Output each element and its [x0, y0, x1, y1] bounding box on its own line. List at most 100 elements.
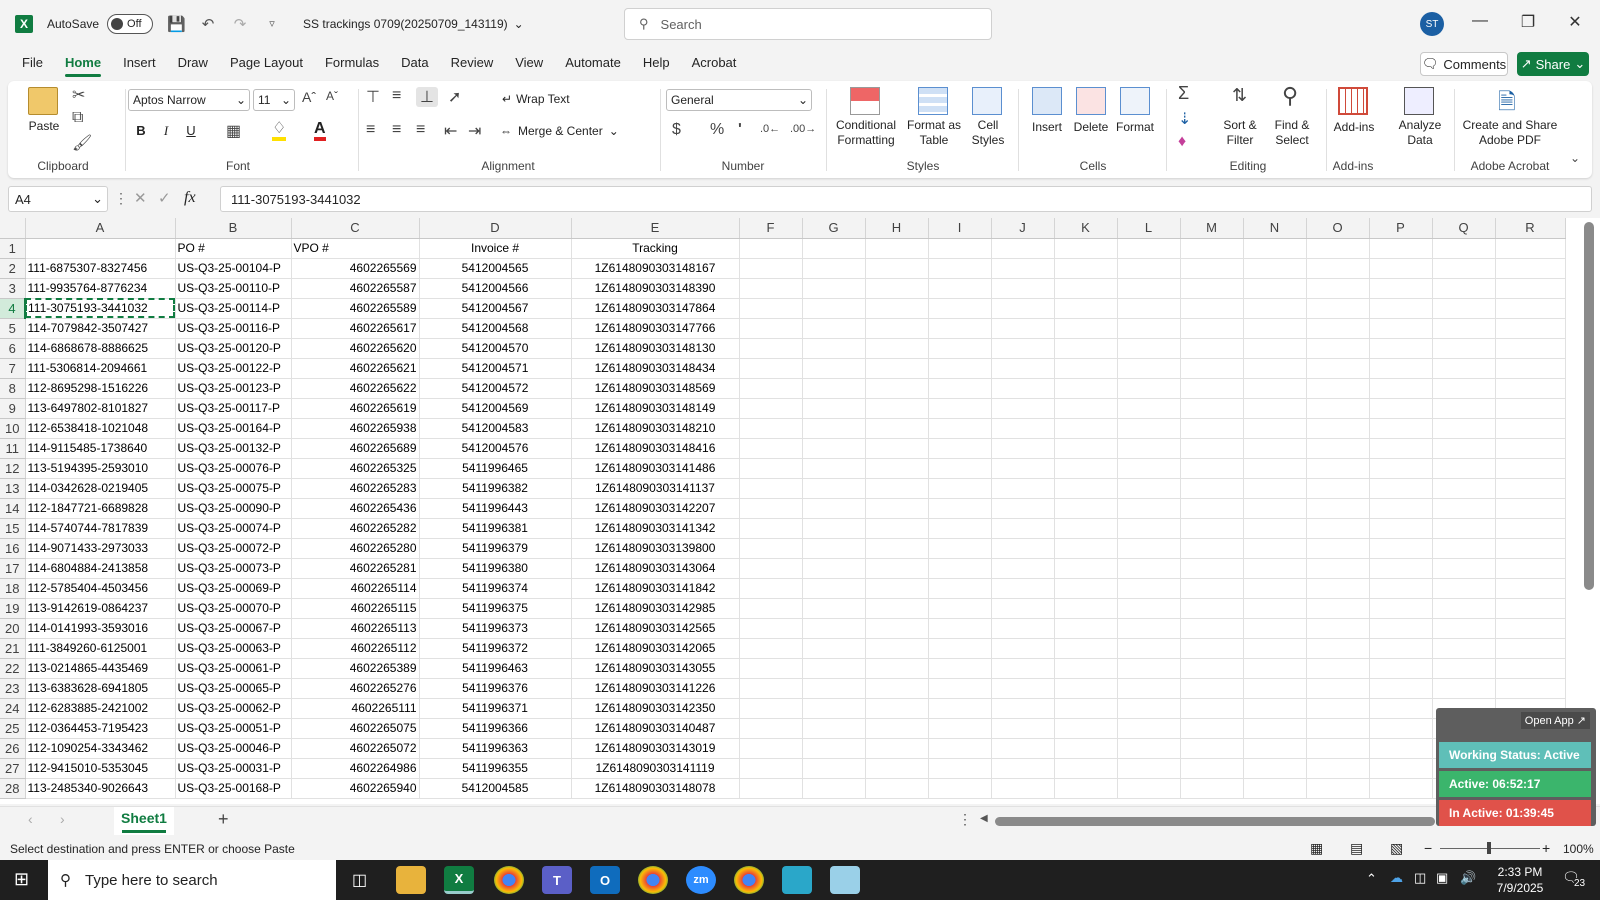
column-header[interactable]: R	[1495, 218, 1566, 239]
cell[interactable]	[1495, 578, 1566, 599]
cell[interactable]	[991, 498, 1055, 519]
cell[interactable]: 5411996465	[419, 458, 572, 479]
cell[interactable]	[1432, 398, 1496, 419]
cell[interactable]	[865, 578, 929, 599]
cell[interactable]	[802, 258, 866, 279]
fill-color-icon[interactable]: ♢	[272, 121, 287, 141]
cell[interactable]	[1243, 458, 1307, 479]
cell[interactable]	[1369, 418, 1433, 439]
cell[interactable]: 1Z6148090303142985	[571, 598, 740, 619]
cell[interactable]	[1432, 278, 1496, 299]
row-header[interactable]: 3	[0, 278, 26, 299]
cell[interactable]: US-Q3-25-00122-P	[175, 358, 292, 379]
cell[interactable]	[1369, 278, 1433, 299]
cell[interactable]: 114-6804884-2413858	[25, 558, 176, 579]
row-header[interactable]: 11	[0, 438, 26, 459]
column-header[interactable]: G	[802, 218, 866, 239]
cell[interactable]	[1054, 738, 1118, 759]
cell[interactable]	[1243, 558, 1307, 579]
cell[interactable]	[1432, 658, 1496, 679]
cell[interactable]: 113-0214865-4435469	[25, 658, 176, 679]
column-header[interactable]: I	[928, 218, 992, 239]
cell[interactable]	[865, 698, 929, 719]
cell[interactable]	[1495, 658, 1566, 679]
row-header[interactable]: 9	[0, 398, 26, 419]
cell[interactable]	[802, 718, 866, 739]
column-header[interactable]: K	[1054, 218, 1118, 239]
insert-function-icon[interactable]: fx	[184, 189, 196, 207]
cell[interactable]: US-Q3-25-00069-P	[175, 578, 292, 599]
cell[interactable]: 4602265620	[291, 338, 420, 359]
cell[interactable]	[1117, 558, 1181, 579]
cell[interactable]	[928, 738, 992, 759]
row-header[interactable]: 23	[0, 678, 26, 699]
delete-cells-button[interactable]: Delete	[1070, 120, 1112, 135]
increase-font-icon[interactable]: Aˆ	[302, 89, 316, 105]
conditional-formatting-button[interactable]: Conditional Formatting	[830, 118, 902, 148]
chrome-profile-icon[interactable]	[638, 866, 668, 894]
cell[interactable]	[1369, 578, 1433, 599]
cell[interactable]: 111-9935764-8776234	[25, 278, 176, 299]
cell[interactable]: 1Z6148090303141342	[571, 518, 740, 539]
cell[interactable]: 4602265940	[291, 778, 420, 799]
clear-icon[interactable]: ♦	[1178, 133, 1186, 151]
cell[interactable]	[1306, 538, 1370, 559]
taskbar-search[interactable]: ⚲ Type here to search	[48, 860, 336, 900]
analyze-data-icon[interactable]	[1404, 87, 1434, 115]
cell[interactable]	[1117, 758, 1181, 779]
cell[interactable]	[928, 758, 992, 779]
cell[interactable]	[1432, 258, 1496, 279]
cell[interactable]	[1243, 258, 1307, 279]
cell[interactable]	[1495, 298, 1566, 319]
cell[interactable]: 4602265111	[291, 698, 420, 719]
cell[interactable]	[739, 318, 803, 339]
column-header[interactable]: A	[25, 218, 176, 239]
cell[interactable]	[802, 658, 866, 679]
cell[interactable]	[1495, 538, 1566, 559]
insert-cells-button[interactable]: Insert	[1026, 120, 1068, 135]
cell[interactable]: 1Z6148090303143019	[571, 738, 740, 759]
cell[interactable]	[865, 338, 929, 359]
row-header[interactable]: 19	[0, 598, 26, 619]
cell[interactable]	[1369, 618, 1433, 639]
cell[interactable]	[1369, 758, 1433, 779]
open-app-button[interactable]: Open App ↗	[1520, 712, 1590, 729]
cell[interactable]: US-Q3-25-00076-P	[175, 458, 292, 479]
cell[interactable]	[1117, 338, 1181, 359]
cell[interactable]	[1243, 698, 1307, 719]
cell-styles-icon[interactable]	[972, 87, 1002, 115]
tab-insert[interactable]: Insert	[123, 47, 156, 79]
cell[interactable]	[991, 738, 1055, 759]
align-right-icon[interactable]: ≡	[416, 121, 425, 139]
fill-icon[interactable]: ⇣	[1178, 109, 1191, 129]
increase-indent-icon[interactable]: ⇥	[468, 121, 481, 141]
cell[interactable]	[991, 778, 1055, 799]
cell[interactable]: 4602265619	[291, 398, 420, 419]
cell[interactable]	[739, 358, 803, 379]
app-icon[interactable]	[782, 866, 812, 894]
conditional-formatting-icon[interactable]	[850, 87, 880, 115]
excel-taskbar-icon[interactable]: X	[444, 866, 474, 894]
cell[interactable]	[865, 638, 929, 659]
cell[interactable]	[1180, 578, 1244, 599]
cell[interactable]	[1180, 498, 1244, 519]
cell[interactable]: 4602265617	[291, 318, 420, 339]
scroll-left-icon[interactable]: ◀	[980, 813, 988, 824]
cell[interactable]: 1Z6148090303142565	[571, 618, 740, 639]
zoom-level[interactable]: 100%	[1563, 842, 1594, 856]
more-options-icon[interactable]: ⋮	[958, 811, 972, 828]
cell[interactable]	[1369, 438, 1433, 459]
cell[interactable]	[1117, 538, 1181, 559]
cell[interactable]	[1243, 518, 1307, 539]
cell[interactable]	[1495, 378, 1566, 399]
cell[interactable]	[802, 758, 866, 779]
page-layout-view-icon[interactable]: ▤	[1350, 840, 1363, 857]
cell[interactable]: 4602265589	[291, 298, 420, 319]
cell[interactable]: 4602265113	[291, 618, 420, 639]
cell[interactable]: US-Q3-25-00072-P	[175, 538, 292, 559]
cell[interactable]	[1369, 538, 1433, 559]
cell[interactable]: 5411996443	[419, 498, 572, 519]
cell[interactable]	[1117, 778, 1181, 799]
cell[interactable]	[1243, 538, 1307, 559]
number-format-select[interactable]: General ⌄	[666, 89, 812, 111]
